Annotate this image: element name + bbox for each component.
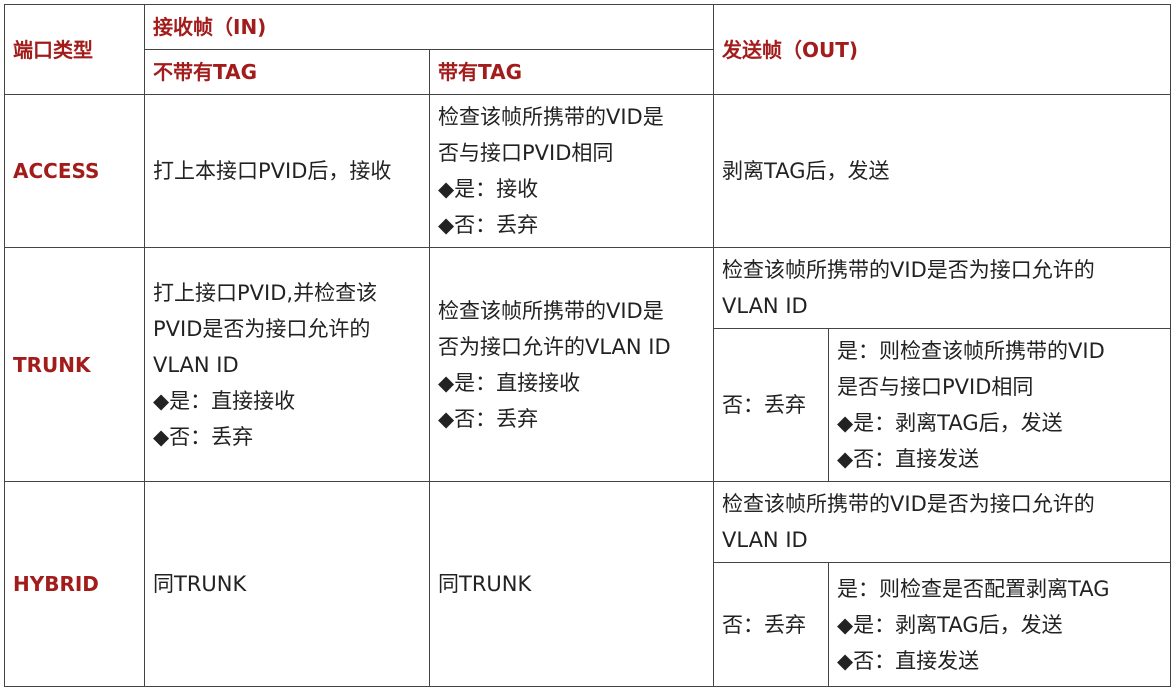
trunk-in-untagged-line: PVID是否为接口允许的 [153, 316, 371, 341]
trunk-in-tagged: 检查该帧所携带的VID是 否为接口允许的VLAN ID ◆是：直接接收 ◆否：丢… [428, 247, 715, 482]
trunk-in-tagged-line: 检查该帧所携带的VID是 [438, 298, 664, 323]
access-in-tagged-line: ◆是：接收 [438, 177, 539, 201]
access-in-tagged-line: ◆否：丢弃 [438, 213, 539, 237]
hybrid-out-no: 否：丢弃 [713, 562, 830, 687]
trunk-out-yes: 是：则检查该帧所携带的VID 是否与接口PVID相同 ◆是：剥离TAG后，发送 … [828, 328, 1172, 482]
table-row-hybrid: HYBRID 同TRUNK 同TRUNK 检查该帧所携带的VID是否为接口允许的… [4, 481, 1172, 687]
trunk-in-untagged-line: VLAN ID [153, 352, 239, 377]
access-in-tagged-line: 否与接口PVID相同 [438, 141, 614, 165]
hybrid-out-check-line: VLAN ID [722, 528, 808, 552]
trunk-out-check: 检查该帧所携带的VID是否为接口允许的 VLAN ID [713, 247, 1172, 329]
header-receive-frame: 接收帧（IN) [143, 4, 715, 50]
trunk-in-untagged-line: 打上接口PVID,并检查该 [153, 280, 378, 305]
access-in-untagged: 打上本接口PVID后，接收 [144, 94, 430, 248]
hybrid-in-tagged: 同TRUNK [428, 481, 715, 687]
table-row-trunk: TRUNK 打上接口PVID,并检查该 PVID是否为接口允许的 VLAN ID… [4, 247, 1172, 482]
hybrid-out-yes-line: ◆否：直接发送 [837, 648, 980, 673]
trunk-out-check-line: 检查该帧所携带的VID是否为接口允许的 [722, 258, 1095, 282]
table-row-access: ACCESS 打上本接口PVID后，接收 检查该帧所携带的VID是 否与接口PV… [4, 94, 1172, 248]
trunk-in-untagged-line: ◆否：丢弃 [153, 424, 254, 449]
port-type-hybrid: HYBRID [4, 481, 145, 687]
hybrid-in-untagged: 同TRUNK [144, 481, 430, 687]
access-out: 剥离TAG后，发送 [713, 94, 1172, 248]
access-in-tagged-line: 检查该帧所携带的VID是 [438, 105, 664, 129]
header-port-type: 端口类型 [4, 4, 145, 95]
hybrid-out-yes-line: ◆是：剥离TAG后，发送 [837, 612, 1063, 637]
hybrid-out-yes: 是：则检查是否配置剥离TAG ◆是：剥离TAG后，发送 ◆否：直接发送 [828, 562, 1172, 687]
trunk-out-yes-line: 是否与接口PVID相同 [837, 375, 1034, 399]
port-type-trunk: TRUNK [4, 247, 145, 482]
trunk-out-no: 否：丢弃 [713, 328, 830, 482]
header-send-frame: 发送帧（OUT) [713, 4, 1172, 95]
hybrid-out-check-line: 检查该帧所携带的VID是否为接口允许的 [722, 492, 1095, 516]
hybrid-out-yes-line: 是：则检查是否配置剥离TAG [837, 576, 1110, 601]
trunk-out-check-line: VLAN ID [722, 294, 808, 318]
trunk-in-untagged-line: ◆是：直接接收 [153, 388, 296, 413]
header-tagged: 带有TAG [428, 49, 715, 95]
trunk-out-yes-line: 是：则检查该帧所携带的VID [837, 339, 1105, 363]
trunk-out-yes-line: ◆否：直接发送 [837, 447, 980, 471]
trunk-in-tagged-line: 否为接口允许的VLAN ID [438, 334, 671, 359]
hybrid-out-check: 检查该帧所携带的VID是否为接口允许的 VLAN ID [713, 481, 1172, 563]
vlan-frame-table: 端口类型 接收帧（IN) 发送帧（OUT) 不带有TAG 带有TAG ACCES… [4, 4, 1172, 687]
trunk-in-tagged-line: ◆是：直接接收 [438, 370, 581, 395]
trunk-in-tagged-line: ◆否：丢弃 [438, 406, 539, 431]
trunk-in-untagged: 打上接口PVID,并检查该 PVID是否为接口允许的 VLAN ID ◆是：直接… [144, 247, 430, 482]
port-type-access: ACCESS [4, 94, 145, 248]
trunk-out-yes-line: ◆是：剥离TAG后，发送 [837, 411, 1063, 435]
access-in-tagged: 检查该帧所携带的VID是 否与接口PVID相同 ◆是：接收 ◆否：丢弃 [428, 94, 715, 248]
header-untagged: 不带有TAG [144, 49, 430, 95]
